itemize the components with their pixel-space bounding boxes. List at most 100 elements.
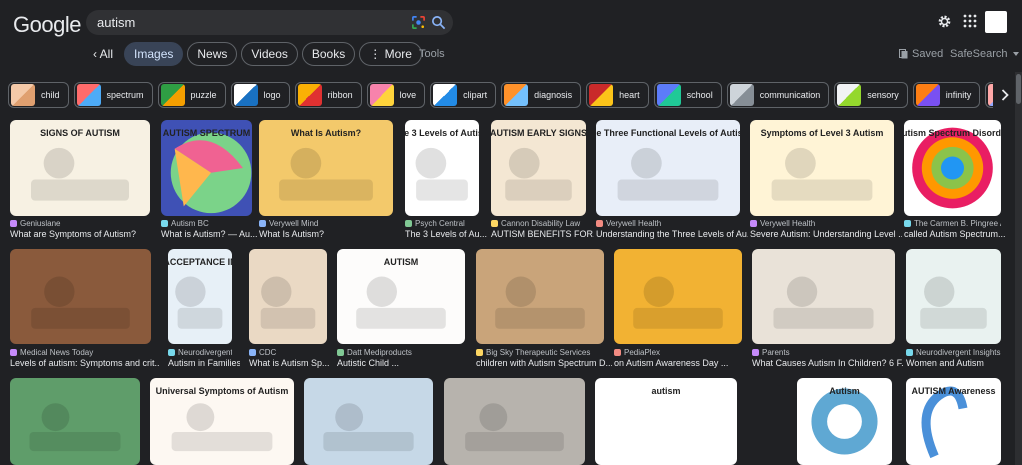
result-thumbnail[interactable]: AUTISM Awareness — [906, 378, 1001, 465]
result-source[interactable]: Autism BC — [161, 219, 252, 228]
result-thumbnail[interactable] — [10, 249, 151, 344]
result-source[interactable]: Verywell Mind — [259, 219, 393, 228]
account-avatar[interactable] — [985, 11, 1007, 33]
result-thumbnail[interactable] — [444, 378, 585, 465]
chip-sensory[interactable]: sensory — [834, 82, 908, 108]
chip-communication[interactable]: communication — [726, 82, 830, 108]
chip-thumbnail — [297, 84, 322, 106]
thumbnail-text: Universal Symptoms of Autism — [156, 386, 289, 396]
chip-thumbnail — [76, 84, 101, 106]
result-title[interactable]: What are Symptoms of Autism? — [10, 229, 158, 239]
google-logo[interactable]: Google — [13, 12, 81, 38]
result-thumbnail[interactable] — [10, 378, 140, 465]
result-thumbnail[interactable] — [249, 249, 327, 344]
tab-books[interactable]: Books — [301, 42, 356, 66]
chip-school[interactable]: school — [653, 82, 722, 108]
safesearch-dropdown[interactable]: SafeSearch — [950, 48, 1020, 60]
result-title[interactable]: Levels of autism: Symptoms and crit... — [10, 358, 159, 368]
result-title[interactable]: Autism in Families — [168, 358, 240, 368]
thumbnail-text: What Is Autism? — [291, 128, 361, 138]
result-source[interactable]: Neurodivergent Insights — [906, 348, 1001, 357]
chip-label: diagnosis — [534, 90, 573, 100]
result-thumbnail[interactable]: Autism Spectrum Disorder — [904, 120, 1001, 216]
result-title[interactable]: What is Autism Sp... — [249, 358, 335, 368]
result-title[interactable]: children with Autism Spectrum D... — [476, 358, 612, 368]
apps-grid-icon[interactable] — [963, 14, 977, 28]
chip-infinity[interactable]: infinity — [912, 82, 981, 108]
search-icon[interactable] — [431, 15, 446, 30]
chip-love[interactable]: love — [366, 82, 426, 108]
chip-ribbon[interactable]: ribbon — [294, 82, 362, 108]
chip-spectrum[interactable]: spectrum — [73, 82, 153, 108]
result-thumbnail[interactable]: autism — [595, 378, 737, 465]
favicon-icon — [337, 349, 344, 356]
result-thumbnail[interactable]: What Is Autism? — [259, 120, 393, 216]
result-title[interactable]: Autistic Child ... — [337, 358, 473, 368]
page-scrollbar-track[interactable] — [1015, 72, 1022, 465]
result-thumbnail[interactable] — [906, 249, 1001, 344]
result-thumbnail[interactable]: AUTISM EARLY SIGNS — [491, 120, 586, 216]
result-thumbnail[interactable] — [614, 249, 742, 344]
tab-all[interactable]: ‹ All — [86, 42, 120, 66]
chip-diagnosis[interactable]: diagnosis — [501, 82, 582, 108]
result-title[interactable]: What Causes Autism In Children? 6 F... — [752, 358, 903, 368]
result-title[interactable]: What Is Autism? — [259, 229, 401, 239]
chip-logo[interactable]: logo — [230, 82, 290, 108]
result-thumbnail[interactable] — [304, 378, 433, 465]
page-scrollbar-thumb[interactable] — [1016, 74, 1021, 104]
result-thumbnail[interactable]: AUTISM ACCEPTANCE IN ACTION — [168, 249, 232, 344]
result-source[interactable]: PediaPlex — [614, 348, 742, 357]
google-lens-icon[interactable] — [411, 15, 426, 30]
tab-more[interactable]: ⋮ More — [359, 42, 422, 66]
result-title[interactable]: Understanding the Three Levels of Au... — [596, 229, 748, 239]
result-source[interactable]: Neurodivergent Insi... — [168, 348, 232, 357]
search-input[interactable] — [97, 14, 397, 31]
result-thumbnail[interactable]: The 3 Levels of Autism — [405, 120, 479, 216]
favicon-icon — [906, 349, 913, 356]
result-source[interactable]: Medical News Today — [10, 348, 151, 357]
search-box[interactable] — [86, 10, 453, 35]
result-title[interactable]: called Autism Spectrum... — [904, 229, 1009, 239]
result-title[interactable]: The 3 Levels of Au... — [405, 229, 487, 239]
result-title[interactable]: on Autism Awareness Day ... — [614, 358, 750, 368]
result-source[interactable]: Parents — [752, 348, 895, 357]
result-source[interactable]: Psych Central — [405, 219, 479, 228]
gear-icon[interactable] — [937, 14, 952, 29]
result-thumbnail[interactable]: AUTISM SPECTRUM — [161, 120, 252, 216]
result-source[interactable]: The Carmen B. Pingree Aut... — [904, 219, 1001, 228]
chip-clipart[interactable]: clipart — [430, 82, 497, 108]
result-source[interactable]: Cannon Disability Law — [491, 219, 586, 228]
saved-button[interactable]: Saved — [899, 48, 943, 60]
chip-thumbnail — [160, 84, 185, 106]
chip-child[interactable]: child — [8, 82, 69, 108]
result-title[interactable]: AUTISM BENEFITS FOR... — [491, 229, 594, 239]
result-source[interactable]: Verywell Health — [596, 219, 740, 228]
result-title[interactable]: What is Autism? — Au... — [161, 229, 260, 239]
result-source[interactable]: Verywell Health — [750, 219, 894, 228]
thumbnail-text: AUTISM Awareness — [911, 386, 995, 396]
result-thumbnail[interactable] — [476, 249, 604, 344]
result-thumbnail[interactable]: Universal Symptoms of Autism — [150, 378, 294, 465]
result-source[interactable]: Big Sky Therapeutic Services — [476, 348, 604, 357]
chip-label: communication — [759, 90, 821, 100]
tab-videos[interactable]: Videos — [241, 42, 298, 66]
result-thumbnail[interactable]: The Three Functional Levels of Autism — [596, 120, 740, 216]
result-thumbnail[interactable]: AUTISM — [337, 249, 465, 344]
chips-next-button[interactable] — [993, 82, 1017, 108]
tab-images[interactable]: Images — [124, 42, 184, 66]
result-source[interactable]: Datt Mediproducts — [337, 348, 465, 357]
result-thumbnail[interactable]: Autism — [797, 378, 892, 465]
result-thumbnail[interactable] — [752, 249, 895, 344]
result-title[interactable]: Severe Autism: Understanding Level ... — [750, 229, 902, 239]
result-title[interactable]: Women and Autism — [906, 358, 1009, 368]
result-source[interactable]: Geniuslane — [10, 219, 150, 228]
tools-button[interactable]: Tools — [419, 48, 445, 60]
result-thumbnail[interactable]: SIGNS OF AUTISM — [10, 120, 150, 216]
tab-news[interactable]: News — [187, 42, 238, 66]
header: Google ‹ All Images News Video — [0, 0, 1022, 72]
result-thumbnail[interactable]: Symptoms of Level 3 Autism — [750, 120, 894, 216]
chip-heart[interactable]: heart — [586, 82, 649, 108]
chip-label: spectrum — [106, 90, 144, 100]
result-source[interactable]: CDC — [249, 348, 327, 357]
chip-puzzle[interactable]: puzzle — [157, 82, 226, 108]
